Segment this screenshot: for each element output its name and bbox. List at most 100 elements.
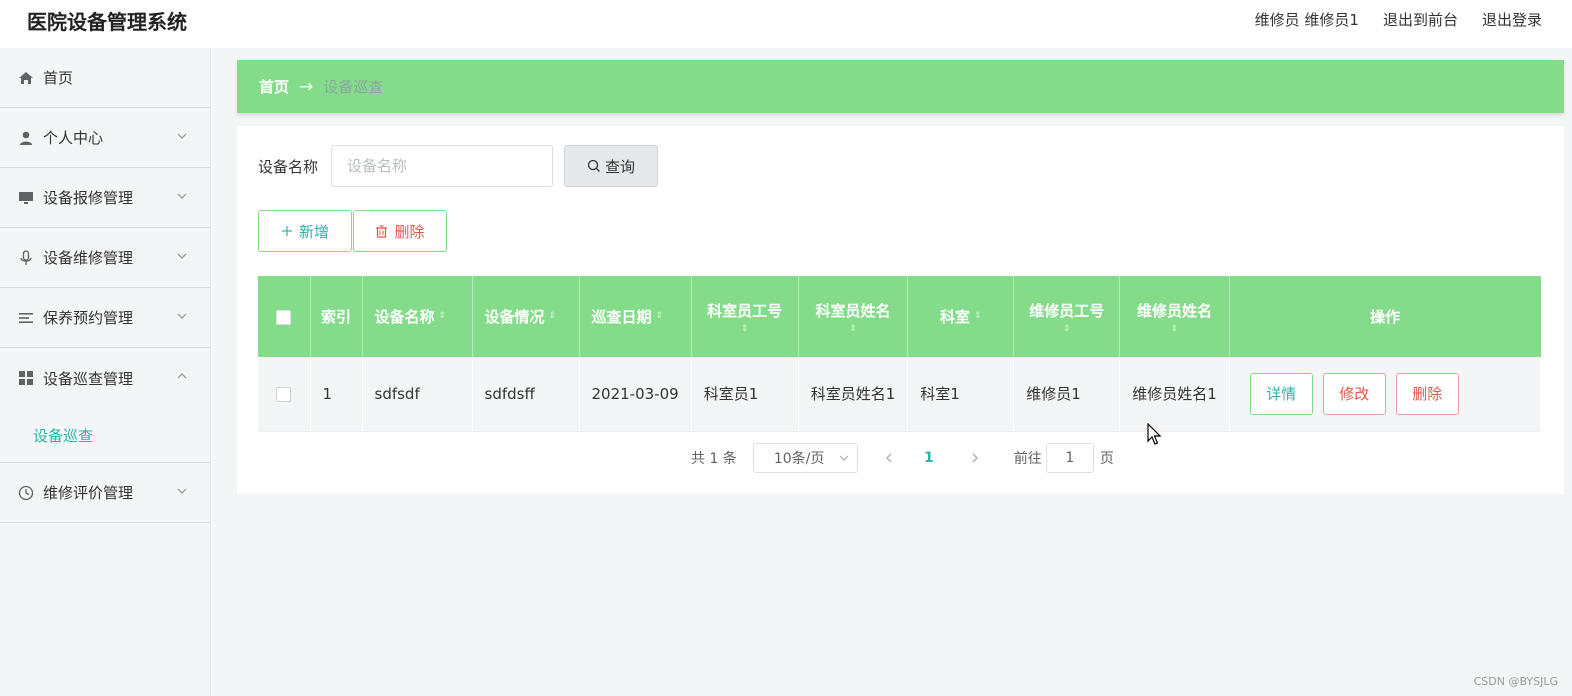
- cell-repair-id: 维修员1: [1013, 357, 1121, 432]
- prev-page-button[interactable]: [874, 443, 904, 473]
- sidebar-item-repair-manage[interactable]: 设备维修管理: [0, 228, 210, 288]
- breadcrumb-home[interactable]: 首页: [259, 76, 289, 97]
- column-header-label: 设备情况: [484, 308, 545, 326]
- sidebar-item-label: 首页: [43, 69, 74, 87]
- sort-icon: ⇕: [655, 311, 664, 321]
- menu-lines-icon: [17, 309, 35, 327]
- sidebar-item-label: 维修评价管理: [43, 484, 134, 502]
- sidebar: 首页 个人中心 设备报修管理 设备维修管理 保养预约管理 设备巡查管理 设备巡查…: [0, 48, 211, 696]
- column-header-staff-id[interactable]: 科室员工号 ⇕: [691, 276, 799, 357]
- chevron-down-icon: [177, 133, 187, 139]
- user-info: 维修员 维修员1: [1255, 9, 1359, 30]
- breadcrumb: 首页 → 设备巡查: [237, 60, 1564, 113]
- goto-page-input[interactable]: [1045, 443, 1094, 473]
- sort-icon: ⇕: [973, 311, 982, 321]
- back-to-front-link[interactable]: 退出到前台: [1383, 9, 1458, 30]
- chevron-right-icon: [972, 453, 978, 463]
- pagination-total: 共 1 条: [691, 451, 737, 467]
- sidebar-item-label: 设备维修管理: [43, 249, 134, 267]
- goto-label: 前往: [1013, 451, 1042, 467]
- action-row: 新增 删除: [258, 210, 447, 252]
- column-header-repair-id[interactable]: 维修员工号 ⇕: [1013, 276, 1121, 357]
- column-header-staff-name[interactable]: 科室员姓名 ⇕: [798, 276, 909, 357]
- column-header-condition[interactable]: 设备情况 ⇕: [472, 276, 580, 357]
- logout-link[interactable]: 退出登录: [1482, 9, 1542, 30]
- sort-icon: ⇕: [1170, 323, 1179, 334]
- cell-index: 1: [310, 357, 363, 432]
- main-content: 首页 → 设备巡查 设备名称 查询 新增 删除: [212, 48, 1572, 696]
- column-header-label: 维修员姓名: [1137, 301, 1213, 320]
- grid-icon: [17, 369, 35, 387]
- user-role: 维修员: [1254, 11, 1300, 29]
- search-row: 设备名称 查询: [258, 145, 659, 187]
- top-header: 医院设备管理系统 维修员 维修员1 退出到前台 退出登录: [0, 0, 1572, 44]
- row-checkbox[interactable]: [276, 386, 292, 402]
- chevron-down-icon: [839, 455, 849, 461]
- device-name-search-input[interactable]: [331, 145, 554, 187]
- plus-icon: [281, 226, 292, 236]
- mouse-cursor-icon: [1147, 423, 1162, 445]
- delete-button[interactable]: 删除: [1395, 372, 1459, 415]
- sidebar-item-inspection-manage[interactable]: 设备巡查管理: [0, 348, 210, 408]
- search-icon: [587, 159, 600, 172]
- chevron-down-icon: [177, 193, 187, 199]
- search-label: 设备名称: [258, 157, 319, 176]
- content-panel: 设备名称 查询 新增 删除 索引 设备名称⇕: [237, 126, 1564, 494]
- microphone-icon: [17, 249, 35, 267]
- sidebar-item-repair-report[interactable]: 设备报修管理: [0, 168, 210, 228]
- page-size-select[interactable]: 10条/页: [752, 443, 858, 473]
- query-button[interactable]: 查询: [564, 145, 659, 187]
- sidebar-item-repair-review[interactable]: 维修评价管理: [0, 463, 210, 523]
- column-header-device-name[interactable]: 设备名称 ⇕: [362, 276, 473, 357]
- cell-date: 2021-03-09: [579, 357, 692, 432]
- chevron-up-icon: [177, 373, 187, 379]
- column-header-label: 科室员工号: [707, 301, 783, 320]
- column-header-index: 索引: [310, 276, 363, 357]
- sort-icon: ⇕: [740, 323, 749, 334]
- query-button-label: 查询: [605, 157, 636, 176]
- batch-delete-button[interactable]: 删除: [353, 210, 447, 252]
- sort-icon: ⇕: [438, 311, 447, 321]
- sort-icon: ⇕: [548, 311, 557, 321]
- goto-suffix: 页: [1099, 451, 1114, 467]
- chevron-down-icon: [177, 488, 187, 494]
- column-header-label: 科室员姓名: [815, 301, 891, 320]
- sidebar-item-maintenance-booking[interactable]: 保养预约管理: [0, 288, 210, 348]
- header-user-area: 维修员 维修员1 退出到前台 退出登录: [1255, 9, 1542, 30]
- cell-staff-id: 科室员1: [691, 357, 799, 432]
- page-size-value: 10条/页: [773, 451, 825, 467]
- page-number-current[interactable]: 1: [914, 443, 944, 473]
- cell-repair-name: 维修员姓名1: [1119, 357, 1230, 432]
- add-button[interactable]: 新增: [258, 210, 352, 252]
- batch-delete-button-label: 删除: [394, 222, 425, 241]
- app-title: 医院设备管理系统: [27, 10, 187, 34]
- column-header-label: 设备名称: [374, 308, 435, 326]
- next-page-button[interactable]: [960, 443, 990, 473]
- cell-dept: 科室1: [907, 357, 1015, 432]
- sidebar-item-label: 保养预约管理: [43, 309, 134, 327]
- user-name: 维修员1: [1304, 11, 1359, 29]
- edit-button[interactable]: 修改: [1322, 372, 1386, 415]
- row-select-cell: [258, 357, 311, 432]
- sidebar-item-home[interactable]: 首页: [0, 48, 210, 108]
- breadcrumb-current: 设备巡查: [323, 78, 384, 96]
- column-header-repair-name[interactable]: 维修员姓名 ⇕: [1119, 276, 1230, 357]
- cell-staff-name: 科室员姓名1: [798, 357, 909, 432]
- column-header-date[interactable]: 巡查日期 ⇕: [579, 276, 692, 357]
- detail-button[interactable]: 详情: [1249, 372, 1313, 415]
- add-button-label: 新增: [298, 222, 329, 241]
- column-header-dept[interactable]: 科室 ⇕: [907, 276, 1015, 357]
- column-header-label: 科室: [939, 308, 970, 326]
- sidebar-item-label: 设备巡查管理: [43, 369, 134, 388]
- monitor-icon: [17, 189, 35, 207]
- cell-condition: sdfdsff: [472, 357, 580, 432]
- sidebar-item-personal-center[interactable]: 个人中心: [0, 108, 210, 168]
- pagination: 共 1 条 10条/页 1 前往 页: [691, 443, 1114, 473]
- sidebar-subitem-inspection[interactable]: 设备巡查: [0, 408, 210, 463]
- column-header-label: 巡查日期: [591, 308, 652, 326]
- clock-icon: [17, 484, 35, 502]
- watermark: CSDN @BYSJLG: [1473, 675, 1558, 688]
- cell-device-name: sdfsdf: [362, 357, 473, 432]
- sort-icon: ⇕: [849, 323, 857, 334]
- select-all-checkbox[interactable]: [276, 309, 292, 325]
